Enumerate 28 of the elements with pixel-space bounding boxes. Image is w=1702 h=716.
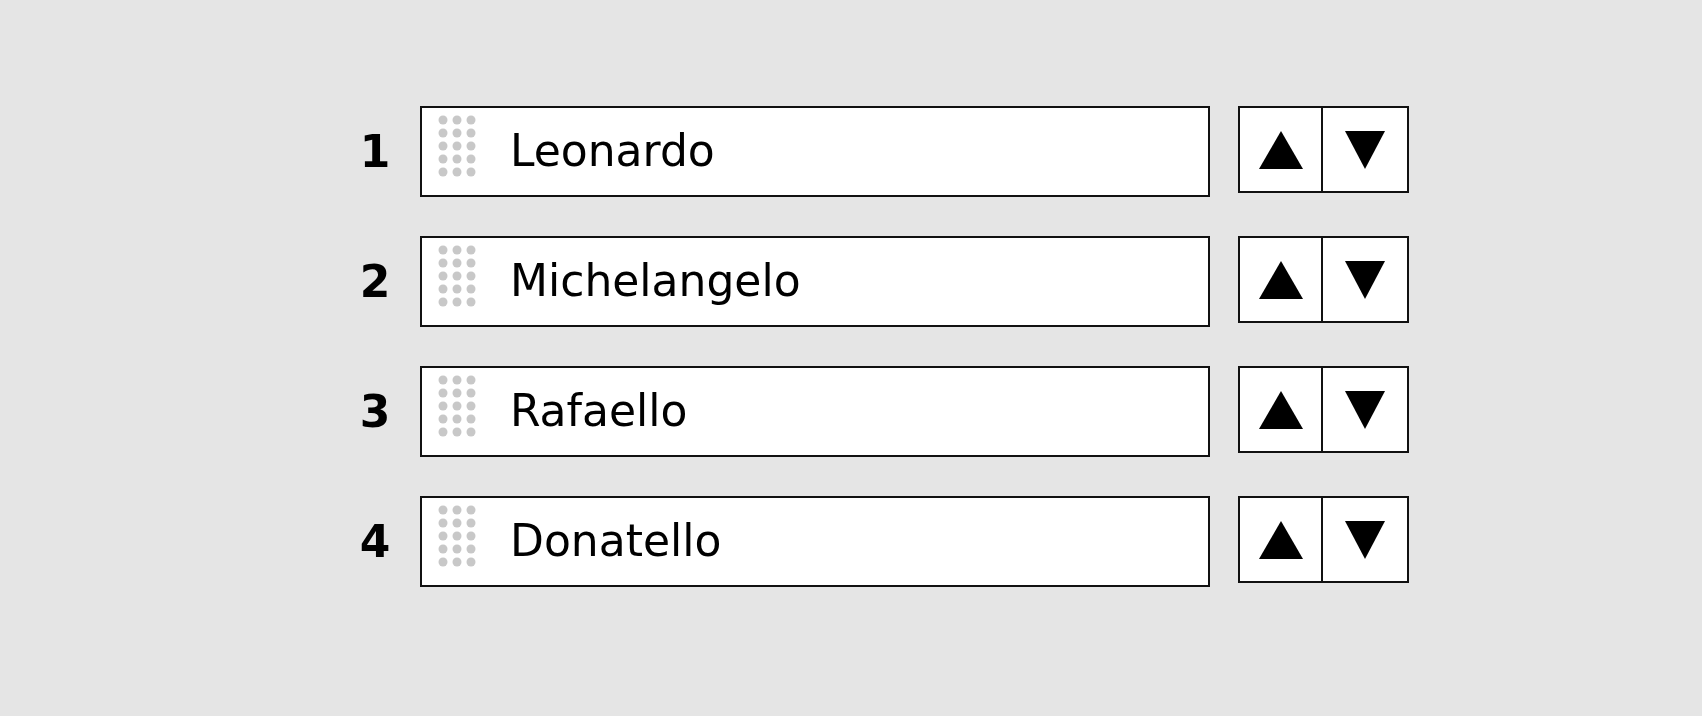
rank-number: 4 [358, 515, 392, 569]
down-triangle-icon [1345, 260, 1385, 299]
move-up-button[interactable] [1238, 496, 1323, 583]
down-triangle-icon [1345, 520, 1385, 559]
rank-number: 1 [358, 125, 392, 179]
up-triangle-icon [1258, 390, 1303, 429]
move-up-button[interactable] [1238, 106, 1323, 193]
item-name: Donatello [510, 515, 722, 566]
sortable-item[interactable]: Leonardo [420, 106, 1210, 197]
move-down-button[interactable] [1323, 236, 1409, 323]
rank-number: 3 [358, 385, 392, 439]
item-name: Leonardo [510, 125, 715, 176]
move-up-button[interactable] [1238, 366, 1323, 453]
move-down-button[interactable] [1323, 496, 1409, 583]
down-triangle-icon [1345, 130, 1385, 169]
down-triangle-icon [1345, 390, 1385, 429]
move-down-button[interactable] [1323, 106, 1409, 193]
item-name: Rafaello [510, 385, 688, 436]
sortable-item[interactable]: Rafaello [420, 366, 1210, 457]
move-up-button[interactable] [1238, 236, 1323, 323]
move-down-button[interactable] [1323, 366, 1409, 453]
rank-number: 2 [358, 255, 392, 309]
up-triangle-icon [1258, 520, 1303, 559]
sortable-item[interactable]: Donatello [420, 496, 1210, 587]
up-triangle-icon [1258, 130, 1303, 169]
up-triangle-icon [1258, 260, 1303, 299]
sortable-item[interactable]: Michelangelo [420, 236, 1210, 327]
item-name: Michelangelo [510, 255, 801, 306]
